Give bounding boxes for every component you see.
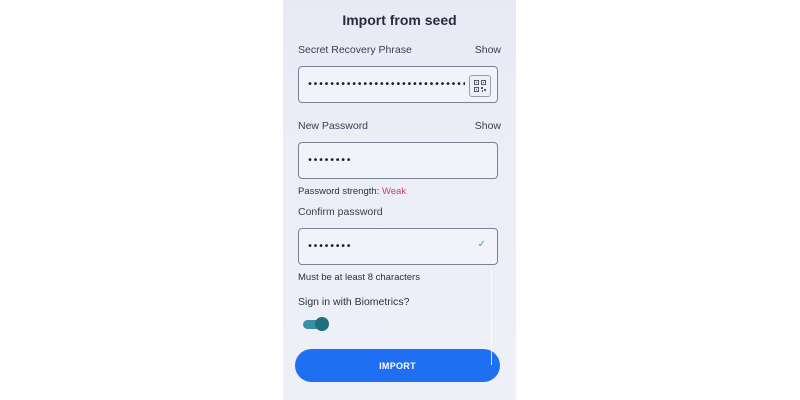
password-strength-value: Weak bbox=[381, 186, 407, 197]
confirm-password-label-row: Confirm password bbox=[298, 206, 501, 220]
qr-scan-icon bbox=[474, 80, 486, 92]
confirm-password-field[interactable]: •••••••• ✓ bbox=[298, 228, 498, 265]
screen-glare bbox=[491, 270, 492, 365]
import-button[interactable]: IMPORT bbox=[295, 349, 500, 382]
seed-label: Secret Recovery Phrase bbox=[298, 44, 412, 56]
toggle-knob bbox=[315, 317, 329, 331]
new-password-label: New Password bbox=[298, 120, 369, 132]
new-password-label-row: New Password Show bbox=[298, 120, 501, 134]
seed-label-row: Secret Recovery Phrase Show bbox=[298, 44, 501, 58]
password-length-hint: Must be at least 8 characters bbox=[298, 272, 420, 283]
new-password-show-button[interactable]: Show bbox=[475, 120, 501, 132]
phone-screen: Import from seed Secret Recovery Phrase … bbox=[283, 0, 516, 400]
stage: Import from seed Secret Recovery Phrase … bbox=[0, 0, 800, 400]
check-icon: ✓ bbox=[477, 239, 486, 250]
page-title: Import from seed bbox=[342, 12, 457, 28]
password-strength-label: Password strength: bbox=[298, 186, 382, 197]
password-strength: Password strength: Weak bbox=[298, 186, 406, 197]
biometrics-label: Sign in with Biometrics? bbox=[298, 296, 410, 308]
new-password-field[interactable]: •••••••• bbox=[298, 142, 498, 179]
confirm-password-value: •••••••• bbox=[307, 241, 352, 252]
biometrics-toggle[interactable] bbox=[303, 317, 329, 331]
qr-scan-button[interactable] bbox=[469, 75, 491, 97]
seed-phrase-value: ••••••••••••••••••••••••••••••••••••••••… bbox=[307, 79, 465, 90]
seed-phrase-field[interactable]: ••••••••••••••••••••••••••••••••••••••••… bbox=[298, 66, 498, 103]
confirm-password-label: Confirm password bbox=[298, 206, 383, 218]
seed-show-button[interactable]: Show bbox=[475, 44, 501, 56]
new-password-value: •••••••• bbox=[307, 155, 352, 166]
